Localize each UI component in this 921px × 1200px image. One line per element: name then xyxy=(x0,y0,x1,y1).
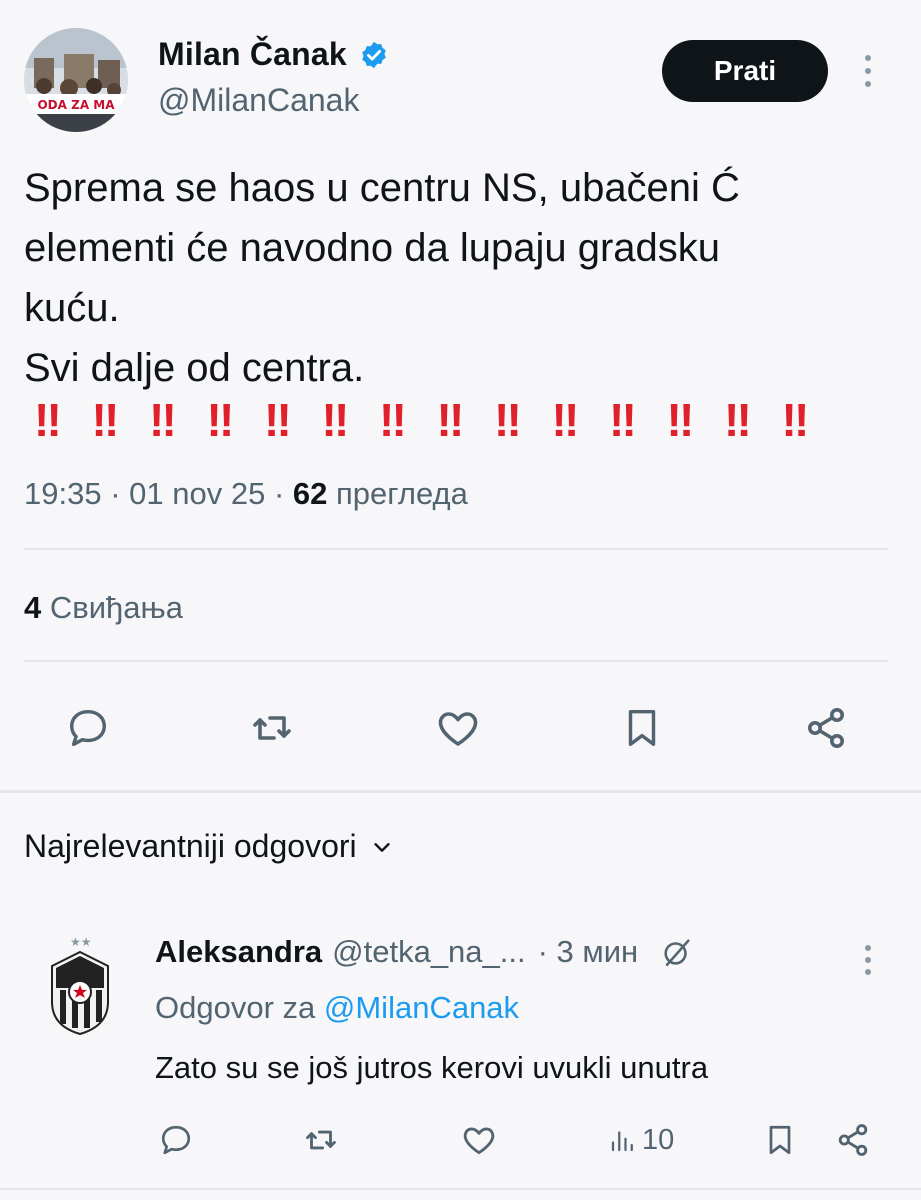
double-exclamation-emoji: ‼ xyxy=(379,394,407,446)
double-exclamation-emoji: ‼ xyxy=(321,394,350,446)
author-name[interactable]: Milan Čanak xyxy=(158,36,347,73)
double-exclamation-emoji: ‼ xyxy=(91,394,120,446)
views-count: 62 xyxy=(292,476,328,511)
tweet-text: Sprema se haos u centru NS, ubačeni Ć el… xyxy=(24,158,904,398)
reply-bookmark-icon[interactable] xyxy=(762,1118,798,1162)
reply-like-icon[interactable] xyxy=(460,1118,498,1162)
double-exclamation-emoji: ‼ xyxy=(551,394,580,446)
meta-separator: · xyxy=(110,476,130,511)
divider xyxy=(24,548,888,550)
reply-text: Zato su se još jutros kerovi uvukli unut… xyxy=(155,1050,709,1085)
tweet-date[interactable]: 01 nov 25 xyxy=(129,476,265,511)
share-icon[interactable] xyxy=(798,700,854,756)
like-icon[interactable] xyxy=(430,700,486,756)
tweet-text-line: Svi dalje od centra. xyxy=(24,346,365,390)
grok-icon[interactable] xyxy=(660,935,694,969)
double-exclamation-emoji: ‼ xyxy=(149,394,177,446)
tweet-text-line: elementi će navodno da lupaju gradsku xyxy=(24,226,721,270)
double-exclamation-emoji: ‼ xyxy=(436,394,465,446)
author-handle[interactable]: @MilanCanak xyxy=(158,82,359,119)
chevron-down-icon xyxy=(371,836,393,858)
reply-action-bar: 10 xyxy=(150,1118,890,1164)
divider xyxy=(0,790,921,793)
reply-author-name[interactable]: Aleksandra xyxy=(155,934,322,970)
replies-sort-dropdown[interactable]: Najrelevantniji odgovori xyxy=(24,828,393,865)
meta-separator: · xyxy=(273,476,293,511)
reply-views[interactable]: 10 xyxy=(608,1118,674,1162)
double-exclamation-emoji-row: ‼ ‼ ‼ ‼ ‼ ‼ ‼ ‼ ‼ ‼ ‼ ‼ ‼ ‼ xyxy=(34,393,839,447)
double-exclamation-emoji: ‼ xyxy=(609,394,637,446)
author-name-row: Milan Čanak xyxy=(158,36,389,73)
reply-share-icon[interactable] xyxy=(834,1118,872,1162)
reply-retweet-icon[interactable] xyxy=(302,1118,340,1162)
tweet-text-line: kuću. xyxy=(24,286,120,330)
more-options-icon[interactable] xyxy=(856,46,880,96)
divider xyxy=(0,1188,921,1190)
reply-more-options-icon[interactable] xyxy=(856,938,880,982)
reply-icon[interactable] xyxy=(60,700,116,756)
tweet-action-bar xyxy=(24,700,904,760)
double-exclamation-emoji: ‼ xyxy=(781,394,810,446)
double-exclamation-emoji: ‼ xyxy=(34,394,62,446)
likes-count: 4 xyxy=(24,590,42,625)
double-exclamation-emoji: ‼ xyxy=(666,394,695,446)
reply-author-handle[interactable]: @tetka_na_... xyxy=(332,934,525,970)
author-avatar[interactable]: ODA ZA MA xyxy=(24,28,128,132)
reply-views-count: 10 xyxy=(642,1123,675,1156)
likes-label: Свиђања xyxy=(49,590,183,625)
reply-to-line: Odgovor za @MilanCanak xyxy=(155,990,519,1026)
replies-sort-label: Najrelevantniji odgovori xyxy=(24,828,357,864)
tweet-meta: 19:35 · 01 nov 25 · 62 прегледа xyxy=(24,476,468,512)
double-exclamation-emoji: ‼ xyxy=(264,394,292,446)
likes-summary[interactable]: 4 Свиђања xyxy=(24,590,183,626)
avatar-banner-text: ODA ZA MA xyxy=(37,98,115,112)
divider xyxy=(24,660,888,662)
retweet-icon[interactable] xyxy=(244,700,300,756)
svg-text:★★: ★★ xyxy=(70,935,92,949)
bookmark-icon[interactable] xyxy=(614,700,670,756)
double-exclamation-emoji: ‼ xyxy=(206,394,235,446)
double-exclamation-emoji: ‼ xyxy=(724,394,752,446)
follow-button[interactable]: Prati xyxy=(662,40,828,102)
views-label: прегледа xyxy=(335,476,468,511)
tweet-text-line: Sprema se haos u centru NS, ubačeni Ć xyxy=(24,166,740,210)
tweet-time[interactable]: 19:35 xyxy=(24,476,102,511)
verified-badge-icon xyxy=(359,40,389,70)
reply-to-prefix: Odgovor za xyxy=(155,990,316,1025)
reply-time[interactable]: · 3 мин xyxy=(538,934,639,970)
double-exclamation-emoji: ‼ xyxy=(494,394,522,446)
reply-reply-icon[interactable] xyxy=(158,1118,194,1162)
reply-to-handle-link[interactable]: @MilanCanak xyxy=(324,990,519,1025)
reply-avatar[interactable]: ★★ xyxy=(40,930,120,1040)
analytics-icon xyxy=(608,1123,638,1157)
reply-header: Aleksandra @tetka_na_... · 3 мин xyxy=(155,934,694,970)
